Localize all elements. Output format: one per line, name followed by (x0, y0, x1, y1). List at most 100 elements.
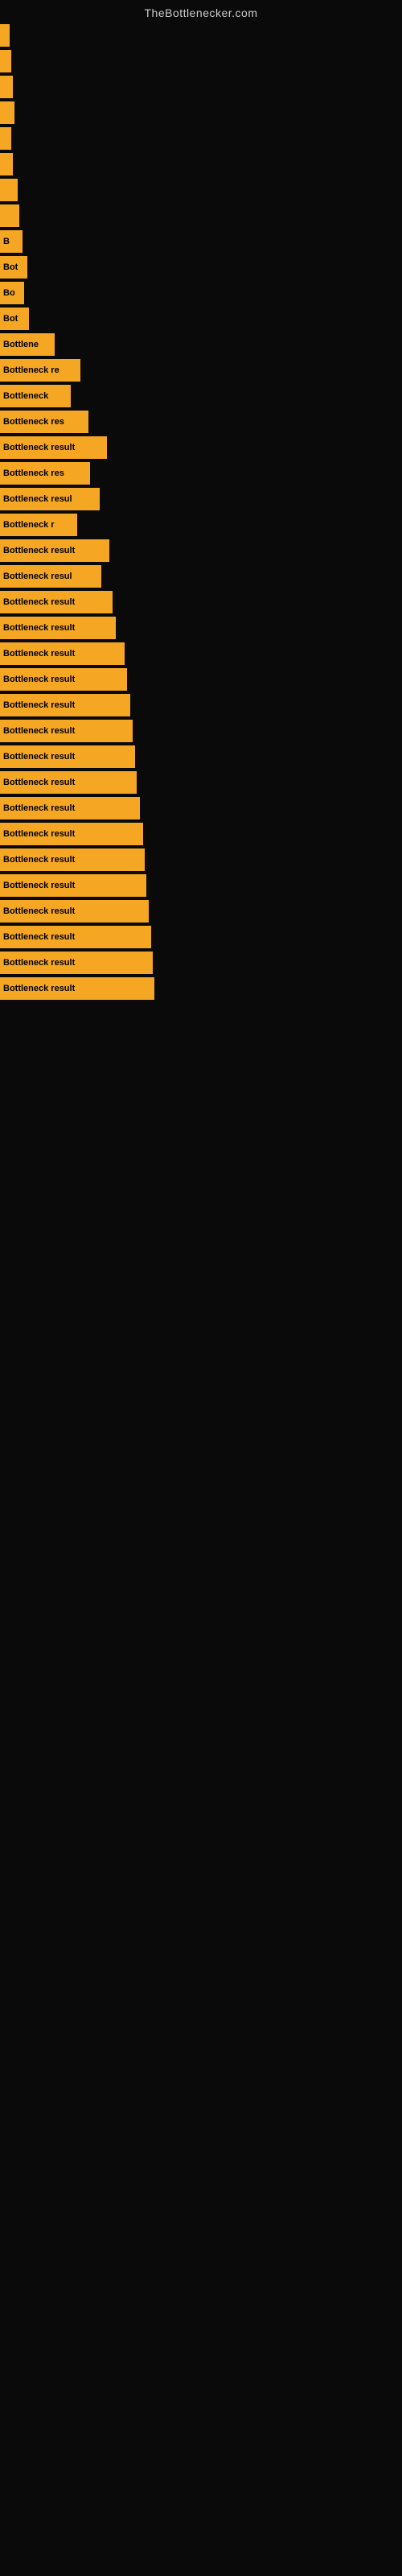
bar-row: Bottleneck resul (0, 486, 402, 512)
bar-item: Bot (0, 308, 29, 330)
bar-item: Bottleneck result (0, 900, 149, 923)
bar-row: Bottleneck resul (0, 564, 402, 589)
bar-row: Bottlene (0, 332, 402, 357)
bar-item: Bottleneck resul (0, 488, 100, 510)
bar-item: Bottleneck result (0, 539, 109, 562)
bar-row: Bottleneck result (0, 795, 402, 821)
bar-label: Bottleneck result (3, 958, 75, 968)
bar-row: Bot (0, 306, 402, 332)
bar-item (0, 153, 13, 175)
bar-row (0, 151, 402, 177)
bar-item: Bottleneck result (0, 694, 130, 716)
bar-item (0, 179, 18, 201)
bar-row: B (0, 229, 402, 254)
bar-label: Bottleneck result (3, 984, 75, 993)
bar-row: Bot (0, 254, 402, 280)
bar-row: Bottleneck result (0, 589, 402, 615)
bar-item: Bottleneck resul (0, 565, 101, 588)
bar-item: Bottleneck result (0, 436, 107, 459)
bar-item: Bottleneck re (0, 359, 80, 382)
bar-row (0, 48, 402, 74)
bar-label: Bottleneck result (3, 829, 75, 839)
bar-row: Bottleneck result (0, 692, 402, 718)
bar-row: Bottleneck result (0, 898, 402, 924)
bar-item: Bottleneck result (0, 642, 125, 665)
bar-item (0, 204, 19, 227)
bar-row: Bottleneck re (0, 357, 402, 383)
bar-label: Bottleneck r (3, 520, 55, 530)
bar-label: Bottleneck res (3, 469, 64, 478)
bar-item: Bottleneck res (0, 411, 88, 433)
bar-item: Bottleneck result (0, 823, 143, 845)
bar-row: Bottleneck result (0, 744, 402, 770)
bar-label: Bot (3, 314, 18, 324)
bar-item: Bottleneck result (0, 977, 154, 1000)
bar-item (0, 50, 11, 72)
bar-label: Bottlene (3, 340, 39, 349)
bar-item: Bottleneck result (0, 874, 146, 897)
bar-row (0, 23, 402, 48)
bar-item: Bottlene (0, 333, 55, 356)
bar-label: Bottleneck result (3, 906, 75, 916)
bar-row: Bottleneck result (0, 641, 402, 667)
bar-item (0, 76, 13, 98)
bar-label: Bottleneck result (3, 752, 75, 762)
site-title: TheBottlenecker.com (0, 0, 402, 23)
bar-label: Bottleneck result (3, 649, 75, 658)
bar-item: Bottleneck result (0, 771, 137, 794)
bar-row: Bottleneck result (0, 873, 402, 898)
bar-label: Bottleneck result (3, 932, 75, 942)
bar-row: Bottleneck result (0, 847, 402, 873)
bar-label: Bottleneck result (3, 881, 75, 890)
bar-item: Bottleneck res (0, 462, 90, 485)
bar-label: Bottleneck result (3, 597, 75, 607)
bar-row: Bottleneck res (0, 460, 402, 486)
bar-label: Bo (3, 288, 15, 298)
bar-item: Bottleneck r (0, 514, 77, 536)
bar-item: Bottleneck (0, 385, 71, 407)
bar-row (0, 126, 402, 151)
bar-label: Bottleneck result (3, 443, 75, 452)
bar-chart: B Bot Bo Bot Bottlene Bottleneck re Bottleneck… (0, 23, 402, 1001)
bar-label: Bottleneck result (3, 803, 75, 813)
bar-row: Bottleneck result (0, 770, 402, 795)
bar-row: Bottleneck (0, 383, 402, 409)
bar-item: Bottleneck result (0, 745, 135, 768)
bar-label: Bottleneck result (3, 726, 75, 736)
bar-label: Bottleneck result (3, 675, 75, 684)
bar-row: Bottleneck result (0, 615, 402, 641)
bar-row: Bottleneck result (0, 976, 402, 1001)
bar-item: Bottleneck result (0, 797, 140, 819)
bar-row: Bottleneck result (0, 821, 402, 847)
bar-row: Bottleneck result (0, 538, 402, 564)
bar-label: Bottleneck result (3, 855, 75, 865)
bar-row: Bottleneck result (0, 718, 402, 744)
bar-item: Bo (0, 282, 24, 304)
bar-row (0, 100, 402, 126)
bar-label: Bottleneck result (3, 700, 75, 710)
bar-item: Bottleneck result (0, 668, 127, 691)
bar-row: Bo (0, 280, 402, 306)
bar-item: Bottleneck result (0, 591, 113, 613)
bar-label: Bottleneck result (3, 623, 75, 633)
bar-item: Bottleneck result (0, 926, 151, 948)
bar-label: Bottleneck resul (3, 494, 72, 504)
bar-label: B (3, 237, 10, 246)
bar-item: B (0, 230, 23, 253)
bar-row: Bottleneck result (0, 667, 402, 692)
bar-label: Bottleneck (3, 391, 48, 401)
bar-row: Bottleneck result (0, 924, 402, 950)
bar-label: Bottleneck re (3, 365, 59, 375)
bar-label: Bottleneck result (3, 546, 75, 555)
bar-row: Bottleneck result (0, 435, 402, 460)
bar-item: Bottleneck result (0, 848, 145, 871)
bar-label: Bot (3, 262, 18, 272)
bar-row (0, 74, 402, 100)
bar-label: Bottleneck result (3, 778, 75, 787)
bar-item: Bottleneck result (0, 952, 153, 974)
bar-label: Bottleneck resul (3, 572, 72, 581)
bar-item (0, 101, 14, 124)
bar-label: Bottleneck res (3, 417, 64, 427)
bar-item: Bottleneck result (0, 617, 116, 639)
bar-row: Bottleneck result (0, 950, 402, 976)
